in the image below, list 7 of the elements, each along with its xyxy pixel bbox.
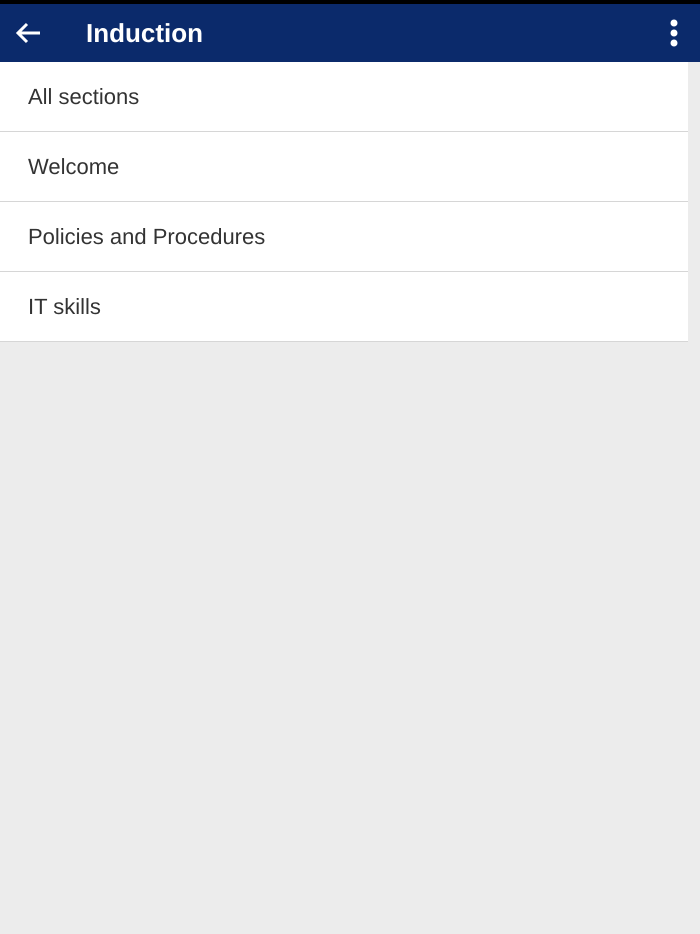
section-list-item[interactable]: All sections [0, 62, 688, 132]
screen-title: Induction [86, 18, 204, 48]
section-list-item[interactable]: IT skills [0, 272, 688, 342]
section-list-item[interactable]: Policies and Procedures [0, 202, 688, 272]
back-arrow-icon[interactable] [14, 21, 42, 45]
more-options-icon[interactable] [670, 19, 678, 47]
section-list-item[interactable]: Welcome [0, 132, 688, 202]
